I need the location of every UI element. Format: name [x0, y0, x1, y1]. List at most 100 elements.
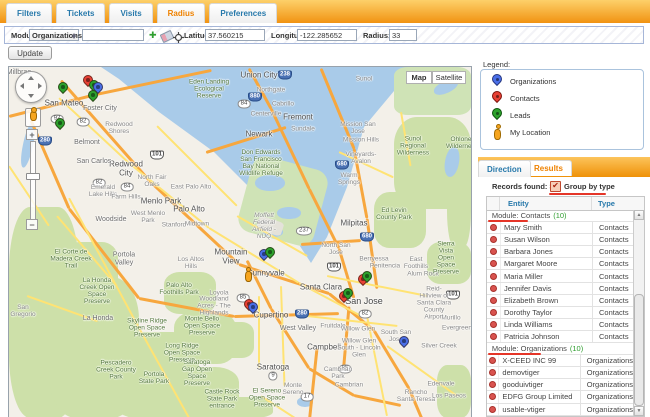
map-label: Union City — [241, 72, 278, 81]
tab-radius[interactable]: Radius — [157, 3, 206, 23]
tab-direction[interactable]: Direction — [478, 160, 531, 177]
table-row[interactable]: demovtiger Organizations — [487, 367, 633, 379]
update-button[interactable]: Update — [8, 46, 52, 60]
record-marker-icon[interactable] — [490, 297, 497, 304]
entity-column-header[interactable]: Entity — [500, 197, 592, 210]
table-row[interactable]: EDFG Group Limited Organizations — [487, 391, 633, 403]
scroll-up-icon[interactable] — [634, 210, 644, 220]
pegman-icon — [30, 111, 37, 121]
pan-right-icon[interactable] — [38, 83, 42, 89]
add-icon[interactable] — [149, 29, 157, 41]
type-cell: Organizations — [581, 405, 633, 414]
tab-tickets[interactable]: Tickets — [56, 3, 105, 23]
table-row[interactable]: Elizabeth Brown Contacts — [487, 295, 633, 307]
road-shield: 238 — [278, 71, 292, 80]
table-row[interactable]: Linda Williams Contacts — [487, 319, 633, 331]
tab-preferences[interactable]: Preferences — [209, 3, 277, 23]
zoom-in-button[interactable] — [26, 129, 38, 140]
group-by-type-checkbox[interactable] — [550, 181, 561, 192]
map-canvas[interactable]: 9282828484101280880238680680101101280828… — [8, 66, 472, 417]
record-marker-icon[interactable] — [489, 369, 496, 376]
record-marker-icon[interactable] — [489, 357, 496, 364]
table-row[interactable]: Module: Contacts(10) — [487, 210, 633, 222]
select-spinner-icon[interactable] — [70, 31, 77, 40]
legend-item-label: Leads — [510, 111, 530, 120]
records-found-label: Records found: — [492, 182, 547, 191]
pan-down-icon[interactable] — [28, 94, 34, 98]
search-input[interactable] — [82, 29, 144, 41]
map-label: Cupertino — [254, 312, 289, 321]
top-tab-bar: Filters Tickets Visits Radius Preference… — [0, 0, 650, 23]
tab-filters[interactable]: Filters — [6, 3, 52, 23]
record-marker-icon[interactable] — [489, 406, 496, 413]
latitude-field[interactable] — [205, 29, 265, 41]
records-found-text: Records found: 30 — [492, 182, 558, 191]
table-row[interactable]: usable-vtiger Organizations — [487, 404, 633, 416]
record-marker-icon[interactable] — [490, 309, 497, 316]
longitude-field[interactable] — [297, 29, 357, 41]
record-marker-icon[interactable] — [490, 333, 497, 340]
satellite-view-button[interactable]: Satellite — [432, 71, 466, 84]
map-label: San Jose — [345, 297, 383, 307]
map-label: Portola Valley — [104, 251, 144, 266]
map-label: Mission Hills — [343, 136, 379, 143]
map-terrain — [255, 175, 285, 191]
type-cell: Contacts — [593, 235, 633, 244]
pan-compass-control[interactable] — [15, 71, 47, 103]
table-row[interactable]: Maria Miller Contacts — [487, 270, 633, 282]
scrollbar-thumb[interactable] — [634, 294, 644, 406]
tab-results[interactable]: Results — [525, 160, 572, 176]
map-label: Midtown — [185, 220, 209, 227]
record-marker-icon[interactable] — [490, 260, 497, 267]
map-label: Don Edwards San Francisco Bay National W… — [236, 149, 286, 177]
record-marker-icon[interactable] — [490, 285, 497, 292]
pegman-control[interactable] — [25, 108, 41, 127]
table-row[interactable]: X-CEED INC 99 Organizations — [487, 355, 633, 367]
type-column-header[interactable]: Type — [592, 197, 644, 210]
road-shield: 84 — [121, 183, 134, 192]
record-marker-icon[interactable] — [490, 321, 497, 328]
map-label: Northgate — [257, 86, 286, 93]
table-row[interactable]: Margaret Moore Contacts — [487, 258, 633, 270]
icon-column-header — [487, 197, 500, 210]
entity-cell: demovtiger — [499, 367, 580, 378]
type-cell: Contacts — [593, 308, 633, 317]
record-marker-icon[interactable] — [490, 273, 497, 280]
zoom-slider-thumb[interactable] — [26, 173, 40, 180]
table-row[interactable]: gooduivtiger Organizations — [487, 379, 633, 391]
locate-icon[interactable] — [173, 30, 184, 48]
record-marker-icon[interactable] — [489, 381, 496, 388]
record-icon-cell — [487, 319, 501, 330]
table-row[interactable]: Mary Smith Contacts — [487, 222, 633, 234]
record-marker-icon[interactable] — [490, 236, 497, 243]
entity-cell: Linda Williams — [501, 319, 593, 330]
zoom-slider-track[interactable] — [30, 141, 36, 220]
module-select[interactable]: Organizations — [29, 29, 79, 41]
table-row[interactable]: Jennifer Davis Contacts — [487, 283, 633, 295]
record-marker-icon[interactable] — [490, 248, 497, 255]
type-cell: Contacts — [593, 247, 633, 256]
entity-cell: Elizabeth Brown — [501, 295, 593, 306]
map-label: Willow Glen South - Lincoln Glen — [337, 337, 381, 358]
pan-up-icon[interactable] — [28, 76, 34, 80]
tab-visits[interactable]: Visits — [109, 3, 152, 23]
table-row[interactable]: Patricia Johnson Contacts — [487, 331, 633, 343]
table-scrollbar[interactable] — [633, 210, 644, 416]
pan-left-icon[interactable] — [20, 83, 24, 89]
legend-pin-icon — [491, 107, 505, 124]
radius-field[interactable] — [389, 29, 417, 41]
map-label: Sunnyvale — [247, 270, 284, 279]
map-label: El Sereno Open Space Preserve — [247, 387, 287, 408]
map-view-button[interactable]: Map — [406, 71, 432, 84]
zoom-out-button[interactable] — [26, 219, 38, 230]
map-label: North Fair Oaks — [134, 174, 170, 188]
record-marker-icon[interactable] — [490, 224, 497, 231]
table-row[interactable]: Susan Wilson Contacts — [487, 234, 633, 246]
table-row[interactable]: Barbara Jones Contacts — [487, 246, 633, 258]
results-table-header: Entity Type — [487, 197, 644, 211]
table-row[interactable]: Dorothy Taylor Contacts — [487, 307, 633, 319]
entity-cell: Module: Contacts(10) — [489, 210, 627, 221]
table-row[interactable]: Module: Organizations(10) — [487, 343, 633, 355]
scroll-down-icon[interactable] — [634, 406, 644, 416]
record-marker-icon[interactable] — [489, 393, 496, 400]
